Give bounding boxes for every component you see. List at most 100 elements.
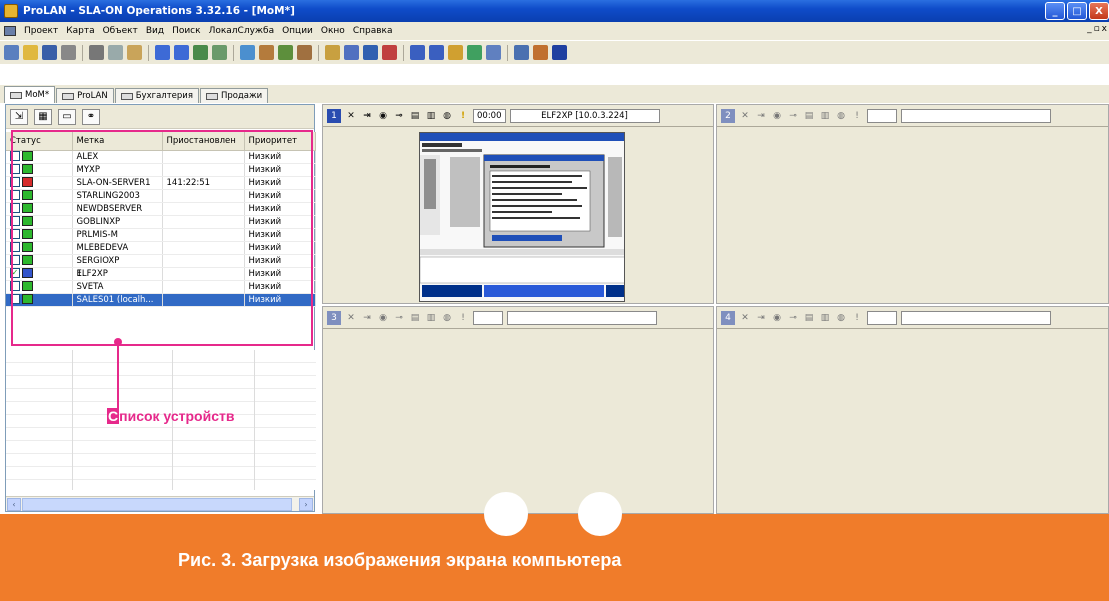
new-icon[interactable] <box>4 45 19 60</box>
pane-toolbar: 2 ✕ ⇥ ◉ ⊸ ▤ ▥ ◍ ! <box>717 105 1108 127</box>
report-icon[interactable] <box>448 45 463 60</box>
grid-view-icon[interactable]: ▦ <box>34 108 52 125</box>
chart-icon[interactable]: ▥ <box>425 110 437 122</box>
mdi-controls: _ ▫ x <box>1087 24 1107 34</box>
chart-icon[interactable]: ▥ <box>425 312 437 324</box>
link-icon[interactable]: ⚭ <box>82 108 100 125</box>
menu-map[interactable]: Карта <box>62 26 98 36</box>
window-icon[interactable] <box>410 45 425 60</box>
menu-view[interactable]: Вид <box>142 26 168 36</box>
menu-object[interactable]: Объект <box>99 26 142 36</box>
chart-icon[interactable] <box>278 45 293 60</box>
pane-number: 2 <box>721 108 735 123</box>
refresh-icon[interactable] <box>193 45 208 60</box>
list-icon[interactable] <box>486 45 501 60</box>
pane-screen-area[interactable] <box>717 128 1108 303</box>
cut-icon[interactable] <box>89 45 104 60</box>
close-icon[interactable]: ✕ <box>345 110 357 122</box>
network-icon[interactable] <box>344 45 359 60</box>
menu-project[interactable]: Проект <box>20 26 62 36</box>
grid-icon[interactable] <box>212 45 227 60</box>
tab-prolan[interactable]: ProLAN <box>56 88 114 103</box>
pointer-icon[interactable] <box>61 45 76 60</box>
key-icon[interactable]: ⊸ <box>393 110 405 122</box>
alert-icon[interactable]: ! <box>851 312 863 324</box>
refresh-icon[interactable]: ◍ <box>835 110 847 122</box>
remote-screen-thumbnail[interactable] <box>419 132 625 302</box>
mdi-minimize-button[interactable]: _ <box>1087 24 1092 34</box>
save-icon[interactable] <box>42 45 57 60</box>
close-icon[interactable]: ✕ <box>739 110 751 122</box>
pane-screen-area[interactable] <box>717 330 1108 513</box>
close-icon[interactable]: ✕ <box>345 312 357 324</box>
toolbar-separator <box>148 44 149 61</box>
zoom-icon[interactable]: ◉ <box>771 110 783 122</box>
pin-icon[interactable]: ⇥ <box>755 110 767 122</box>
menu-options[interactable]: Опции <box>278 26 317 36</box>
pin-icon[interactable]: ⇥ <box>361 312 373 324</box>
tools-icon[interactable] <box>297 45 312 60</box>
menu-window[interactable]: Окно <box>317 26 349 36</box>
user-icon[interactable] <box>259 45 274 60</box>
screen-icon[interactable]: ▤ <box>409 312 421 324</box>
alert-icon[interactable]: ! <box>457 110 469 122</box>
add-device-icon[interactable]: ⇲ <box>10 108 28 125</box>
copy-icon[interactable] <box>108 45 123 60</box>
zoom-icon[interactable]: ◉ <box>771 312 783 324</box>
screen-icon[interactable]: ▤ <box>803 312 815 324</box>
chart-icon[interactable]: ▥ <box>819 312 831 324</box>
tab-mom[interactable]: MoM* <box>4 86 56 103</box>
paste-icon[interactable] <box>127 45 142 60</box>
key-icon[interactable]: ⊸ <box>787 110 799 122</box>
scroll-thumb[interactable] <box>22 498 292 511</box>
tab-label: Продажи <box>220 91 263 101</box>
menu-localservice[interactable]: ЛокалСлужба <box>205 26 279 36</box>
scroll-right-icon[interactable]: › <box>299 498 313 511</box>
tile-icon[interactable] <box>429 45 444 60</box>
zoom-icon[interactable]: ◉ <box>377 312 389 324</box>
settings-icon[interactable] <box>467 45 482 60</box>
tab-accounting[interactable]: Бухгалтерия <box>114 88 199 103</box>
pane-screen-area[interactable] <box>323 330 713 513</box>
refresh-icon[interactable]: ◍ <box>835 312 847 324</box>
key-icon[interactable] <box>325 45 340 60</box>
open-icon[interactable] <box>23 45 38 60</box>
refresh-icon[interactable]: ◍ <box>441 312 453 324</box>
mdi-close-button[interactable]: x <box>1102 24 1107 34</box>
screen-icon[interactable]: ▤ <box>409 110 421 122</box>
mdi-restore-button[interactable]: ▫ <box>1094 24 1100 34</box>
scroll-left-icon[interactable]: ‹ <box>7 498 21 511</box>
close-icon[interactable]: ✕ <box>739 312 751 324</box>
window-titlebar[interactable]: ProLAN - SLA-ON Operations 3.32.16 - [Mo… <box>0 0 1109 22</box>
tools-icon[interactable] <box>514 45 529 60</box>
alert-icon[interactable] <box>382 45 397 60</box>
properties-icon[interactable] <box>533 45 548 60</box>
key-icon[interactable]: ⊸ <box>787 312 799 324</box>
maximize-button[interactable]: □ <box>1067 2 1087 20</box>
zoom-icon[interactable]: ◉ <box>377 110 389 122</box>
key-icon[interactable]: ⊸ <box>393 312 405 324</box>
help-icon[interactable] <box>552 45 567 60</box>
menu-search[interactable]: Поиск <box>168 26 205 36</box>
pane-toolbar: 3 ✕ ⇥ ◉ ⊸ ▤ ▥ ◍ ! <box>323 307 713 329</box>
pin-icon[interactable]: ⇥ <box>755 312 767 324</box>
chart-icon[interactable]: ▥ <box>819 110 831 122</box>
tab-sales[interactable]: Продажи <box>199 88 269 103</box>
up-icon[interactable] <box>174 45 189 60</box>
alert-icon[interactable]: ! <box>851 110 863 122</box>
pin-icon[interactable]: ⇥ <box>361 110 373 122</box>
screen-icon[interactable]: ▤ <box>803 110 815 122</box>
menu-help[interactable]: Справка <box>349 26 397 36</box>
alert-icon[interactable]: ! <box>457 312 469 324</box>
pane-toolbar: 4 ✕ ⇥ ◉ ⊸ ▤ ▥ ◍ ! <box>717 307 1108 329</box>
refresh-icon[interactable]: ◍ <box>441 110 453 122</box>
close-button[interactable]: X <box>1089 2 1109 20</box>
pane-screen-area[interactable] <box>323 128 713 303</box>
monitor-icon[interactable] <box>363 45 378 60</box>
minimize-button[interactable]: _ <box>1045 2 1065 20</box>
map-icon[interactable] <box>240 45 255 60</box>
group-icon[interactable]: ▭ <box>58 108 76 125</box>
horizontal-scrollbar[interactable]: ‹ › <box>6 496 314 511</box>
back-icon[interactable] <box>155 45 170 60</box>
document-icon[interactable] <box>4 26 16 36</box>
